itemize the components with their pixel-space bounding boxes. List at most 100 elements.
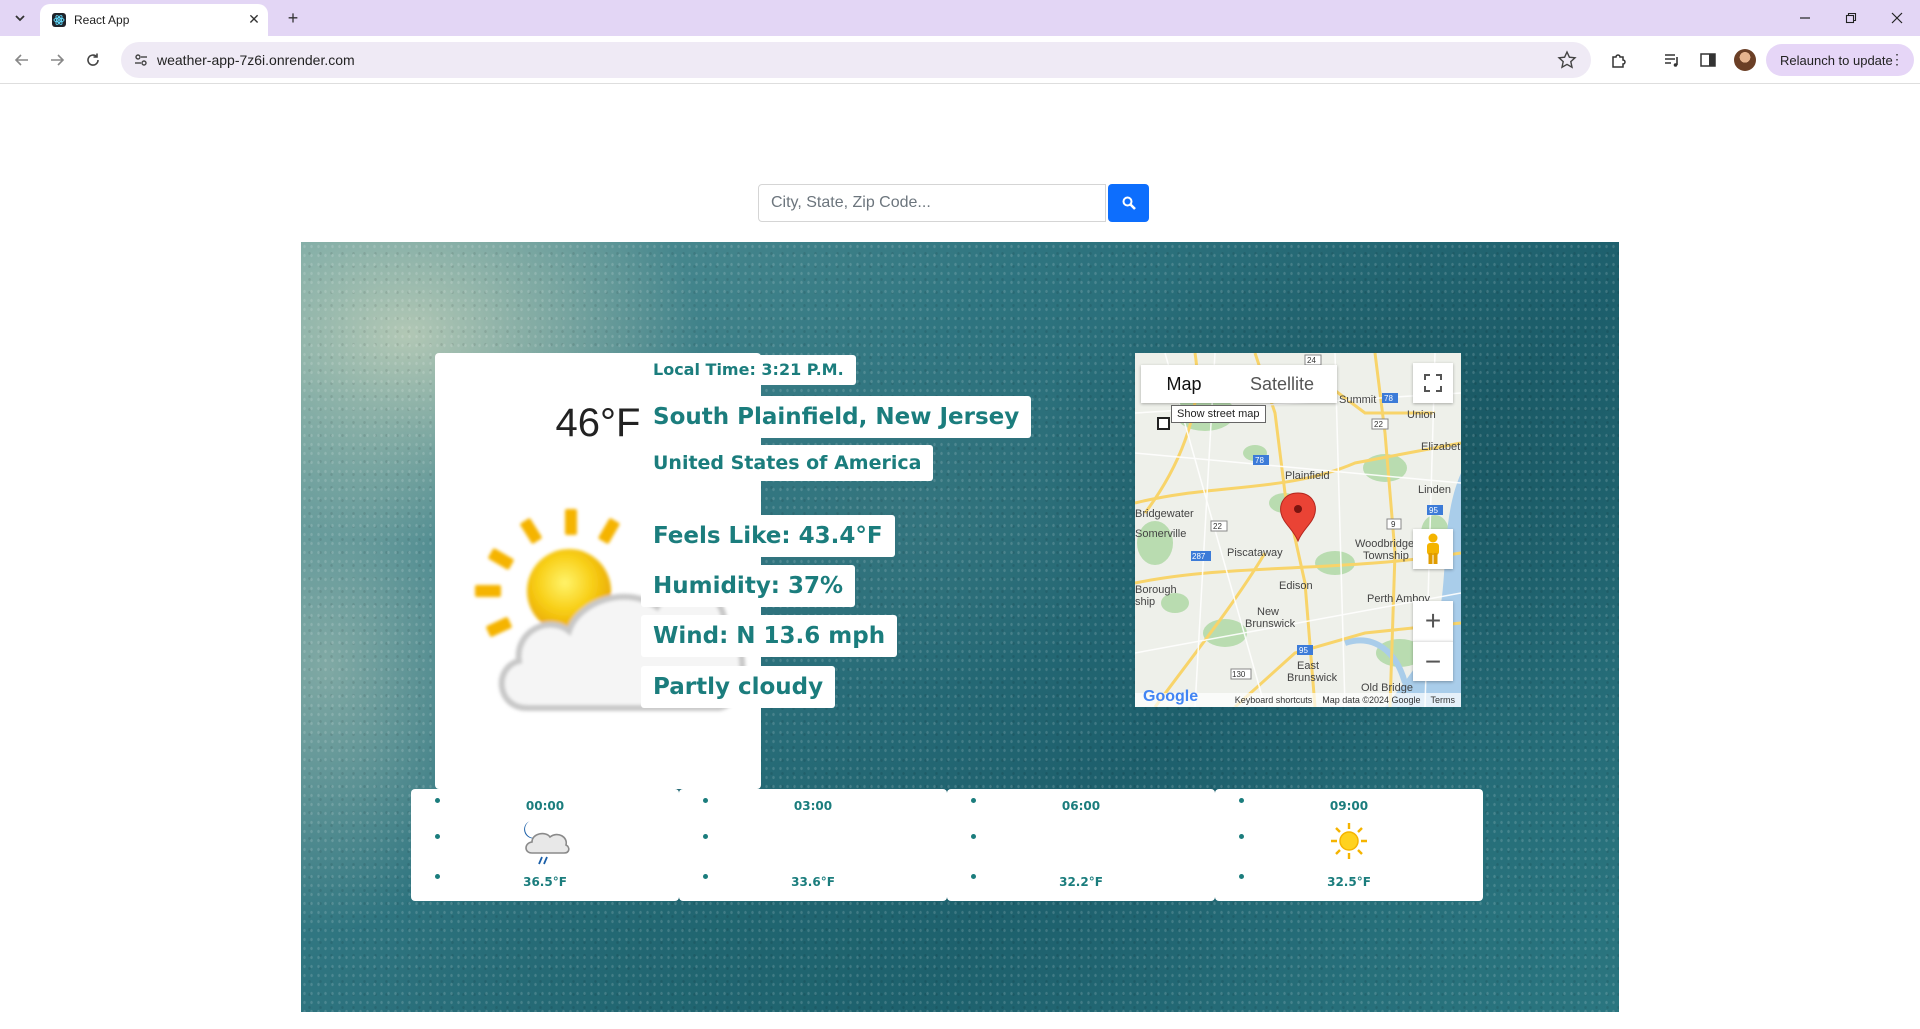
extensions-button[interactable] xyxy=(1607,48,1631,72)
svg-text:East: East xyxy=(1297,660,1319,672)
forecast-time: 03:00 xyxy=(793,799,833,813)
search-icon xyxy=(1122,196,1136,210)
svg-text:95: 95 xyxy=(1429,506,1438,515)
tab-title: React App xyxy=(74,13,130,27)
restore-icon xyxy=(1845,12,1857,24)
close-icon xyxy=(1891,12,1903,24)
new-tab-button[interactable]: + xyxy=(282,7,304,29)
forecast-time: 00:00 xyxy=(525,799,565,813)
browser-tab[interactable]: React App ✕ xyxy=(40,4,268,36)
svg-text:Plainfield: Plainfield xyxy=(1285,470,1330,482)
condition-label: Partly cloudy xyxy=(641,666,836,708)
weather-panel: 46°F Local Time: 3:21 P.M. South Plainfi… xyxy=(301,242,1619,1012)
browser-toolbar: weather-app-7z6i.onrender.com Relaunch t… xyxy=(0,36,1920,84)
close-window-button[interactable] xyxy=(1874,0,1920,36)
svg-text:Elizabeth: Elizabeth xyxy=(1421,441,1461,453)
list-bullet xyxy=(1239,834,1244,839)
arrow-left-icon xyxy=(14,54,28,66)
sun-icon xyxy=(1331,823,1367,859)
search-button[interactable] xyxy=(1108,184,1149,222)
location-name: South Plainfield, New Jersey xyxy=(641,396,1032,438)
svg-text:130: 130 xyxy=(1232,670,1246,679)
tab-close-icon[interactable]: ✕ xyxy=(245,10,263,28)
forward-button[interactable] xyxy=(45,48,69,72)
svg-text:22: 22 xyxy=(1374,420,1383,429)
svg-text:Township: Township xyxy=(1363,550,1409,562)
forecast-card: 09:00 32.5°F xyxy=(1215,789,1483,901)
forecast-time: 06:00 xyxy=(1061,799,1101,813)
reload-button[interactable] xyxy=(81,48,105,72)
svg-text:Bridgewater: Bridgewater xyxy=(1135,508,1194,520)
forecast-card: 00:00 36.5°F xyxy=(411,789,679,901)
relaunch-label: Relaunch to update xyxy=(1780,52,1893,68)
svg-text:24: 24 xyxy=(1307,356,1316,365)
svg-text:Union: Union xyxy=(1407,409,1436,421)
side-panel-button[interactable] xyxy=(1696,48,1720,72)
forecast-temp: 36.5°F xyxy=(523,875,567,889)
svg-text:287: 287 xyxy=(1192,552,1206,561)
profile-avatar[interactable] xyxy=(1734,49,1756,71)
map-data-attribution: Map data ©2024 Google xyxy=(1322,695,1421,705)
restore-button[interactable] xyxy=(1828,0,1874,36)
svg-text:95: 95 xyxy=(1299,646,1308,655)
list-bullet xyxy=(703,834,708,839)
forecast-temp: 32.5°F xyxy=(1327,875,1371,889)
svg-text:Brunswick: Brunswick xyxy=(1245,618,1296,630)
search-input[interactable] xyxy=(758,184,1106,222)
street-view-button[interactable] xyxy=(1413,529,1453,569)
more-menu-icon[interactable]: ⋮ xyxy=(1890,51,1904,68)
svg-text:Brunswick: Brunswick xyxy=(1287,672,1338,684)
forecast-temp: 33.6°F xyxy=(791,875,835,889)
svg-text:78: 78 xyxy=(1384,394,1393,403)
svg-text:Piscataway: Piscataway xyxy=(1227,547,1283,559)
address-bar[interactable]: weather-app-7z6i.onrender.com xyxy=(121,42,1591,78)
map-tab-map[interactable]: Map xyxy=(1141,365,1227,403)
fullscreen-icon xyxy=(1424,374,1442,392)
svg-text:New: New xyxy=(1257,606,1279,618)
zoom-in-button[interactable]: + xyxy=(1413,601,1453,641)
location-map[interactable]: Summit Union Elizabeth Plainfield Linden Br… xyxy=(1135,353,1461,707)
wind-label: Wind: N 13.6 mph xyxy=(641,615,898,657)
google-logo: Google xyxy=(1143,688,1199,705)
svg-text:Edison: Edison xyxy=(1279,580,1313,592)
reload-icon xyxy=(87,53,99,66)
keyboard-shortcuts-link[interactable]: Keyboard shortcuts xyxy=(1235,695,1313,705)
bookmark-star-icon[interactable] xyxy=(1557,50,1577,70)
media-controls-button[interactable] xyxy=(1660,48,1684,72)
svg-text:Linden: Linden xyxy=(1418,484,1451,496)
pegman-icon xyxy=(1427,533,1439,564)
chevron-down-icon xyxy=(15,15,25,22)
svg-text:Summit: Summit xyxy=(1339,394,1376,406)
list-bullet xyxy=(971,834,976,839)
terms-link[interactable]: Terms xyxy=(1431,695,1456,705)
svg-text:ship: ship xyxy=(1135,596,1155,608)
side-panel-icon xyxy=(1700,53,1716,67)
street-map-tooltip: Show street map xyxy=(1171,405,1266,423)
local-time-label: Local Time: 3:21 P.M. xyxy=(641,355,856,385)
back-button[interactable] xyxy=(10,48,34,72)
tab-search-button[interactable] xyxy=(9,7,31,29)
url-text: weather-app-7z6i.onrender.com xyxy=(157,52,355,68)
svg-text:Somerville: Somerville xyxy=(1135,528,1186,540)
map-tab-satellite[interactable]: Satellite xyxy=(1227,365,1337,403)
forecast-temp: 32.2°F xyxy=(1059,875,1103,889)
night-rain-icon xyxy=(524,821,570,865)
svg-text:9: 9 xyxy=(1391,520,1396,529)
list-bullet xyxy=(435,834,440,839)
moon-icon xyxy=(1073,831,1086,852)
minimize-button[interactable] xyxy=(1782,0,1828,36)
playlist-icon xyxy=(1665,54,1678,67)
svg-text:78: 78 xyxy=(1255,456,1264,465)
browser-tab-strip: React App ✕ + xyxy=(0,0,1920,36)
country-name: United States of America xyxy=(641,445,934,481)
forecast-time: 09:00 xyxy=(1329,799,1369,813)
svg-text:Borough: Borough xyxy=(1135,584,1177,596)
puzzle-icon xyxy=(1612,54,1626,68)
minimize-icon xyxy=(1800,17,1810,19)
fullscreen-button[interactable] xyxy=(1413,363,1453,403)
zoom-out-button[interactable]: − xyxy=(1413,641,1453,681)
react-favicon-icon xyxy=(52,13,66,27)
relaunch-to-update-button[interactable]: Relaunch to update ⋮ xyxy=(1766,44,1914,76)
terrain-checkbox[interactable] xyxy=(1157,417,1170,430)
site-info-icon[interactable] xyxy=(133,52,149,68)
